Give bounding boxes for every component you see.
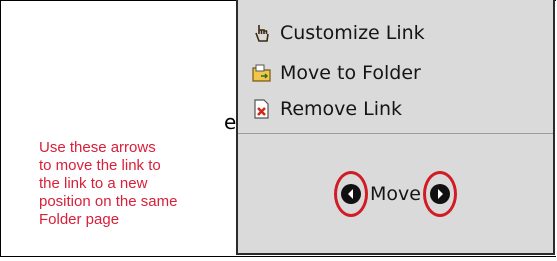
annotation-note: Use these arrows to move the link to the…	[39, 139, 239, 229]
folder-move-icon	[252, 63, 272, 83]
annotation-note-line: to move the link to	[39, 157, 161, 174]
arrow-right-icon	[429, 184, 450, 204]
move-to-folder-item[interactable]: Move to Folder	[252, 58, 421, 88]
customize-link-item[interactable]: Customize Link	[252, 18, 425, 48]
annotation-note-line: Use these arrows	[39, 139, 156, 156]
pointer-hand-icon	[252, 23, 272, 43]
annotation-note-line: Folder page	[39, 211, 120, 228]
remove-link-item[interactable]: Remove Link	[252, 94, 402, 124]
remove-link-label: Remove Link	[280, 98, 403, 120]
link-actions-menu: Customize Link Move to Folder Remove Lin…	[236, 0, 555, 255]
move-to-folder-label: Move to Folder	[280, 62, 421, 84]
remove-link-icon	[252, 99, 272, 119]
move-label: Move	[370, 183, 421, 205]
annotation-note-line: the link to a new	[39, 175, 148, 192]
annotation-note-line: position on the same	[39, 193, 178, 210]
move-right-button[interactable]	[422, 171, 457, 217]
customize-link-label: Customize Link	[280, 22, 425, 44]
move-controls: Move	[238, 166, 553, 222]
cropped-text-fragment: e	[224, 110, 237, 134]
menu-divider	[238, 133, 553, 134]
arrow-left-icon	[341, 184, 362, 204]
move-left-button[interactable]	[334, 171, 369, 217]
